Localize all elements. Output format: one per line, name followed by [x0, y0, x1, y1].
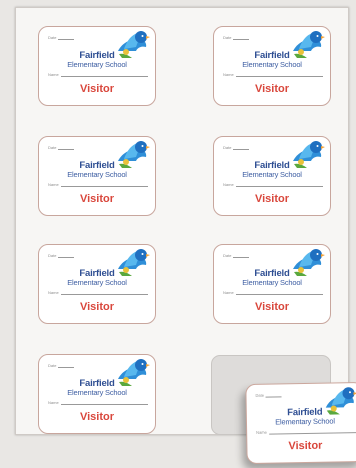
school-type: Elementary School [242, 60, 302, 69]
name-field: Name [223, 72, 323, 77]
name-label: Name [48, 400, 59, 405]
visitor-text: Visitor [79, 301, 115, 313]
date-label: Date [255, 392, 265, 398]
date-label: Date [223, 253, 232, 258]
visitor-text: Visitor [288, 439, 323, 453]
name-label: Name [223, 182, 234, 187]
date-field: Date [223, 145, 250, 150]
visitor-badge[interactable]: Date Fairfield Elementary School Name Vi… [38, 244, 156, 324]
peeled-visitor-badge[interactable]: Date Fairfield Elementary School Name Vi… [245, 381, 356, 465]
visitor-text: Visitor [79, 193, 115, 205]
date-field: Date [223, 253, 250, 258]
date-label: Date [223, 145, 232, 150]
visitor-text: Visitor [79, 83, 115, 95]
visitor-text: Visitor [254, 193, 290, 205]
name-label: Name [223, 72, 234, 77]
school-type: Elementary School [67, 388, 127, 397]
visitor-badge[interactable]: Date Fairfield Elementary School Name Vi… [213, 136, 331, 216]
visitor-badge[interactable]: Date Fairfield Elementary School Name Vi… [38, 26, 156, 106]
name-label: Name [48, 290, 59, 295]
name-field: Name [256, 428, 356, 435]
name-label: Name [223, 290, 234, 295]
visitor-badge[interactable]: Date Fairfield Elementary School Name Vi… [38, 354, 156, 434]
date-label: Date [48, 253, 57, 258]
school-type: Elementary School [67, 278, 127, 287]
date-field: Date [48, 253, 75, 258]
date-field: Date [223, 35, 250, 40]
date-field: Date [48, 363, 75, 368]
name-field: Name [223, 182, 323, 187]
visitor-badge[interactable]: Date Fairfield Elementary School Name Vi… [213, 244, 331, 324]
name-label: Name [48, 182, 59, 187]
visitor-badge[interactable]: Date Fairfield Elementary School Name Vi… [38, 136, 156, 216]
school-type: Elementary School [242, 278, 302, 287]
date-field: Date [48, 35, 75, 40]
visitor-text: Visitor [79, 411, 115, 423]
name-label: Name [48, 72, 59, 77]
name-field: Name [48, 182, 148, 187]
school-type: Elementary School [275, 416, 335, 427]
school-type: Elementary School [242, 170, 302, 179]
school-type: Elementary School [67, 60, 127, 69]
name-field: Name [48, 400, 148, 405]
date-field: Date [255, 392, 283, 398]
visitor-badge[interactable]: Date Fairfield Elementary School Name Vi… [213, 26, 331, 106]
date-label: Date [48, 363, 57, 368]
date-label: Date [223, 35, 232, 40]
name-field: Name [48, 290, 148, 295]
date-field: Date [48, 145, 75, 150]
name-field: Name [48, 72, 148, 77]
visitor-text: Visitor [254, 83, 290, 95]
name-label: Name [256, 429, 267, 435]
date-label: Date [48, 145, 57, 150]
date-label: Date [48, 35, 57, 40]
visitor-text: Visitor [254, 301, 290, 313]
name-field: Name [223, 290, 323, 295]
school-type: Elementary School [67, 170, 127, 179]
